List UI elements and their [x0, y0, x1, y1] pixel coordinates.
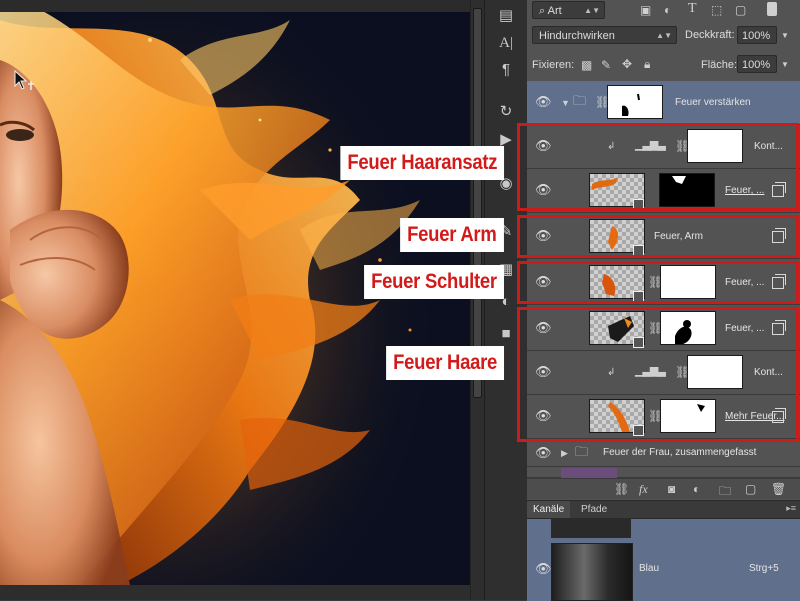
tab-pfade[interactable]: Pfade — [575, 501, 613, 518]
layer-partial-row[interactable] — [527, 467, 800, 478]
add-mask-icon[interactable]: ◙ — [668, 482, 675, 496]
filter-pixel-icon[interactable]: ▣ — [640, 3, 651, 17]
dropdown-arrow-icon: ▲▼ — [584, 6, 600, 15]
search-icon: ⌕ — [539, 5, 548, 17]
filter-adjustment-icon[interactable]: ◐ — [664, 3, 671, 17]
collapse-triangle-icon[interactable]: ▶ — [561, 446, 568, 460]
callout-feuer-arm: Feuer Arm — [400, 218, 504, 252]
opacity-label: Deckkraft: — [685, 29, 735, 41]
canvas-ruler-strip — [0, 0, 470, 12]
visibility-eye-icon[interactable]: 👁︎ — [535, 561, 552, 577]
callout-feuer-schulter: Feuer Schulter — [364, 265, 504, 299]
annotation-box-haare — [517, 307, 799, 442]
fill-input[interactable]: 100% — [737, 55, 777, 73]
link-layers-icon[interactable]: ⛓︎ — [614, 482, 629, 496]
move-cursor-icon — [14, 70, 34, 90]
styles-icon[interactable]: ■ — [494, 322, 518, 344]
layer-name[interactable]: Feuer der Frau, zusammengefasst — [603, 447, 756, 458]
channel-thumbnail[interactable] — [551, 543, 633, 601]
group-mask-thumbnail[interactable] — [607, 85, 663, 119]
new-adjustment-icon[interactable]: ◐ — [693, 482, 700, 496]
layer-filter-dropdown[interactable]: ⌕ Art ▲▼ — [532, 1, 605, 19]
visibility-eye-icon[interactable]: 👁︎ — [535, 445, 552, 461]
lock-pixels-icon[interactable]: ✎ — [601, 58, 611, 72]
canvas-status-bar — [0, 585, 470, 600]
fill-value: 100% — [742, 59, 771, 71]
channel-row-blau[interactable]: 👁︎ Blau Strg+5 — [527, 539, 800, 601]
channels-tab-bar: Kanäle Pfade ▸≡ — [527, 501, 800, 519]
channel-thumbnail[interactable] — [551, 519, 631, 538]
scrollbar-thumb[interactable] — [473, 8, 482, 398]
callout-text: Feuer Haare — [393, 351, 497, 374]
filter-shape-icon[interactable]: ⬚ — [711, 3, 722, 17]
layer-thumbnail[interactable] — [561, 468, 617, 478]
paragraph-panel-icon[interactable]: ¶ — [494, 58, 518, 80]
annotation-box-haaransatz — [517, 123, 799, 211]
layer-style-fx-icon[interactable]: fx — [639, 482, 648, 497]
filter-kind-value: Art — [547, 5, 562, 17]
channel-shortcut: Strg+5 — [749, 563, 779, 574]
trash-icon[interactable]: 🗑︎ — [771, 482, 786, 496]
dropdown-arrow-icon: ▲▼ — [656, 31, 672, 40]
tab-kanaele[interactable]: Kanäle — [527, 501, 571, 518]
channel-name: Blau — [639, 563, 660, 574]
blend-mode-value: Hindurchwirken — [539, 30, 615, 42]
annotation-box-arm — [517, 215, 799, 258]
layer-name[interactable]: Feuer verstärken — [675, 97, 751, 108]
opacity-value: 100% — [742, 30, 771, 42]
callout-text: Feuer Arm — [407, 223, 498, 246]
filter-type-icon[interactable]: T — [688, 2, 697, 16]
character-panel-icon[interactable]: A| — [494, 32, 518, 54]
fill-slider-arrow-icon[interactable]: ▼ — [781, 58, 789, 72]
canvas-vertical-scrollbar[interactable] — [470, 0, 485, 600]
folder-icon: 🗀︎ — [575, 444, 589, 459]
expand-triangle-icon[interactable]: ▼ — [561, 96, 570, 110]
channels-panel: Kanäle Pfade ▸≡ 👁︎ Blau Strg+5 — [527, 500, 800, 601]
lock-label: Fixieren: — [532, 59, 575, 71]
actions-icon[interactable]: ↻ — [494, 100, 518, 122]
fill-label: Fläche: — [701, 59, 738, 71]
visibility-eye-icon[interactable]: 👁︎ — [535, 94, 552, 110]
layer-group-feuer-verstaerken[interactable]: 👁︎ ▼ 🗀︎ ⛓︎ Feuer verstärken — [527, 81, 800, 125]
callout-feuer-haaransatz: Feuer Haaransatz — [340, 146, 504, 180]
annotation-box-schulter — [517, 261, 799, 304]
history-icon[interactable]: ▤ — [494, 4, 518, 26]
callout-feuer-haare: Feuer Haare — [385, 346, 504, 380]
lock-transparency-icon[interactable]: ▩ — [581, 58, 592, 72]
opacity-slider-arrow-icon[interactable]: ▼ — [781, 29, 789, 43]
panel-menu-icon[interactable]: ▸≡ — [786, 503, 796, 514]
lock-all-icon[interactable]: 🔒︎ — [644, 57, 650, 71]
callout-text: Feuer Schulter — [371, 270, 497, 293]
folder-icon: 🗀︎ — [573, 93, 587, 108]
channel-row-partial[interactable] — [527, 519, 800, 539]
filter-toggle-icon[interactable] — [767, 2, 777, 16]
layers-panel-footer: ⛓︎ fx ◙ ◐ 🗀︎ ▢ 🗑︎ — [527, 478, 800, 499]
lock-position-icon[interactable]: ✥ — [622, 57, 632, 71]
opacity-input[interactable]: 100% — [737, 26, 777, 44]
layer-group-feuer-der-frau[interactable]: 👁︎ ▶ 🗀︎ Feuer der Frau, zusammengefasst — [527, 439, 800, 467]
filter-smartobject-icon[interactable]: ▢ — [735, 3, 746, 17]
blend-mode-dropdown[interactable]: Hindurchwirken ▲▼ — [532, 26, 677, 44]
new-layer-icon[interactable]: ▢ — [745, 482, 756, 496]
callout-text: Feuer Haaransatz — [347, 151, 497, 174]
